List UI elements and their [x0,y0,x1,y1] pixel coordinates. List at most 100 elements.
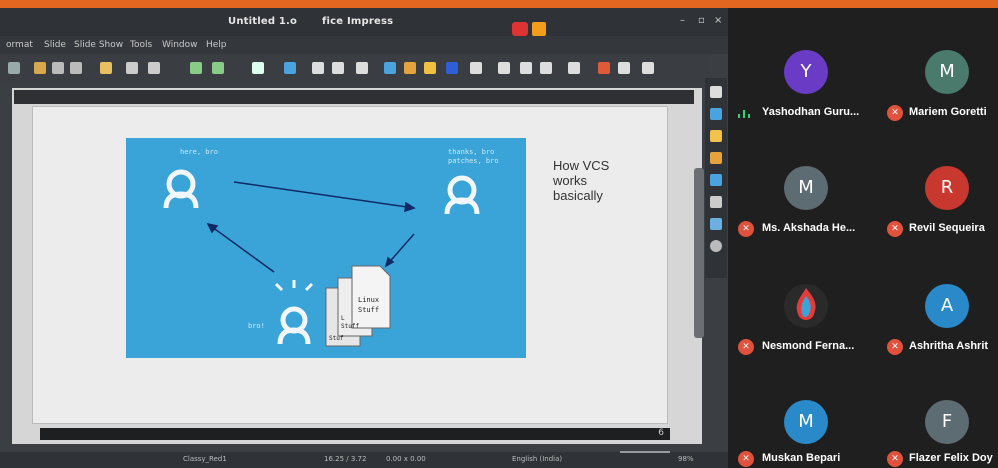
paper-text-4: Stuff [341,323,359,330]
mic-muted-icon: ✕ [738,339,754,355]
comment-icon[interactable] [540,62,552,74]
gallery-icon[interactable] [710,218,722,230]
settings-icon[interactable] [710,86,722,98]
horizontal-scrollbar[interactable]: 6 [40,428,670,440]
person-icon-bottom [277,306,311,345]
paper-text-2: Stuff [358,306,379,314]
participant-tile[interactable]: M ✕ Mariem Goretti [863,8,998,123]
minimize-button[interactable]: – [680,15,685,26]
participant-tile[interactable]: A ✕ Ashritha Ashrit [863,248,998,363]
standard-toolbar [0,54,710,82]
avatar: F [925,400,969,444]
participant-tile[interactable]: ✕ Nesmond Ferna... [728,248,863,363]
mic-muted-icon: ✕ [738,221,754,237]
slide-text-line: basically [553,188,603,203]
menu-window[interactable]: Window [162,40,198,50]
menubar: ormat Slide Slide Show Tools Window Help [0,36,730,54]
shapes-icon[interactable] [598,62,610,74]
participants-panel: Y Yashodhan Guru... M ✕ Mariem Goretti M… [728,8,998,468]
arrows [206,181,416,273]
participant-name: Mariem Goretti [909,106,987,118]
app-icon [512,22,528,36]
page-indicator: 6 [658,428,664,438]
participant-tile[interactable]: M ✕ Ms. Akshada He... [728,128,863,243]
status-size: 0.00 x 0.00 [386,455,426,463]
slide-textbox[interactable]: How VCS works basically [553,158,653,203]
open-icon[interactable] [34,62,46,74]
menu-help[interactable]: Help [206,40,227,50]
fontwork-icon[interactable] [498,62,510,74]
close-button[interactable]: × [714,15,722,26]
slide-layout-icon[interactable] [252,62,264,74]
status-zoom[interactable]: 98% [678,455,694,463]
vertical-scrollbar[interactable] [694,168,704,338]
participant-name: Revil Sequeira [909,222,985,234]
paper-text-5: Stuf [329,335,344,342]
participant-tile[interactable]: R ✕ Revil Sequeira [863,128,998,243]
participant-tile[interactable]: Y Yashodhan Guru... [728,8,863,123]
paper-text-3: L [341,315,345,322]
menu-slide[interactable]: Slide [44,40,66,50]
mic-muted-icon: ✕ [738,451,754,467]
master-slide-icon[interactable] [312,62,324,74]
menu-slideshow[interactable]: Slide Show [74,40,123,50]
display-views-icon[interactable] [284,62,296,74]
new-icon[interactable] [8,62,20,74]
slide-transition-icon[interactable] [710,130,722,142]
animation-icon[interactable] [710,152,722,164]
participant-name: Ms. Akshada He... [762,222,856,234]
navigator-icon[interactable] [710,240,722,252]
participant-name: Muskan Bepari [762,452,841,464]
image-icon[interactable] [384,62,396,74]
menu-tools[interactable]: Tools [130,40,152,50]
properties-icon[interactable] [710,108,722,120]
menu-format[interactable]: ormat [6,40,33,50]
save-icon[interactable] [52,62,64,74]
special-character-icon[interactable] [470,62,482,74]
avatar: M [784,400,828,444]
bar-chart-icon[interactable] [424,62,436,74]
slide-text-line: How VCS [553,158,610,173]
export-icon[interactable] [70,62,82,74]
zoom-slider[interactable] [620,451,670,453]
shine-lines [274,280,314,292]
participant-tile[interactable]: F ✕ Flazer Felix Doy [863,366,998,468]
clone-icon[interactable] [100,62,112,74]
status-language[interactable]: English (India) [512,455,562,463]
label-bottom: bro! [248,322,265,330]
sidebar-deck [705,78,727,278]
maximize-button[interactable]: ▫ [698,15,705,26]
undo-icon[interactable] [126,62,138,74]
participant-tile[interactable]: M ✕ Muskan Bepari [728,366,863,468]
paper-stack-icon: Linux Stuff L Stuff Stuf [325,265,391,347]
orange-accent-bar [0,0,998,8]
mic-muted-icon: ✕ [887,451,903,467]
table-grid-icon[interactable] [568,62,580,74]
new-slide-icon[interactable] [332,62,344,74]
vcs-diagram: here, bro thanks, bro patches, bro bro! … [163,148,499,347]
avatar: M [925,50,969,94]
slide-diagram[interactable]: here, bro thanks, bro patches, bro bro! … [126,138,526,358]
master-slides-icon[interactable] [710,174,722,186]
person-icon [163,169,199,209]
arrange-icon[interactable] [618,62,630,74]
textbox-icon[interactable] [446,62,458,74]
chart-icon[interactable] [404,62,416,74]
screen-photo: Untitled 1.o fice Impress – ▫ × ormat Sli… [0,0,998,468]
participant-name: Flazer Felix Doy [909,452,993,464]
speaking-indicator-icon [738,108,754,120]
label-top-right-2: patches, bro [448,157,499,165]
redo-icon[interactable] [148,62,160,74]
avatar: M [784,166,828,210]
fire-avatar-icon [796,288,816,320]
avatar: R [925,166,969,210]
check-icon[interactable] [212,62,224,74]
link-icon[interactable] [520,62,532,74]
slide-text-line: works [553,173,587,188]
spelling-icon[interactable] [190,62,202,74]
styles-icon[interactable] [710,196,722,208]
more-options-icon[interactable] [642,62,654,74]
table-icon[interactable] [356,62,368,74]
status-layout: Classy_Red1 [183,455,227,463]
ruler [14,90,694,104]
